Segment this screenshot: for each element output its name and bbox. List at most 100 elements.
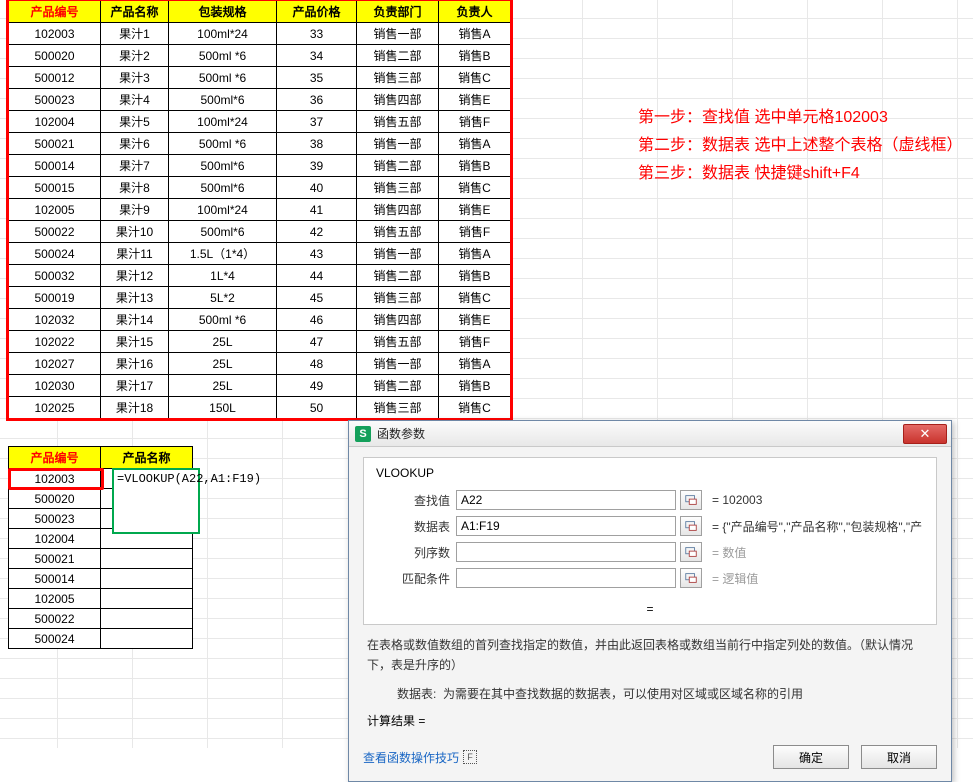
- cell[interactable]: 102004: [9, 529, 101, 549]
- cell[interactable]: [101, 629, 193, 649]
- table-row[interactable]: 102030果汁1725L49销售二部销售B: [9, 375, 511, 397]
- ok-button[interactable]: 确定: [773, 745, 849, 769]
- cell[interactable]: 500014: [9, 155, 101, 177]
- table-row[interactable]: 500014果汁7500ml*639销售二部销售B: [9, 155, 511, 177]
- cell[interactable]: 销售C: [439, 177, 511, 199]
- table-row[interactable]: 500021: [9, 549, 193, 569]
- cell[interactable]: 销售F: [439, 331, 511, 353]
- cell[interactable]: 销售四部: [357, 199, 439, 221]
- table-row[interactable]: 102032果汁14500ml *646销售四部销售E: [9, 309, 511, 331]
- cell[interactable]: [101, 589, 193, 609]
- cell[interactable]: 果汁14: [101, 309, 169, 331]
- cell[interactable]: 25L: [169, 353, 277, 375]
- column-header[interactable]: 产品名称: [101, 1, 169, 23]
- cell[interactable]: 500022: [9, 221, 101, 243]
- cell[interactable]: 500023: [9, 509, 101, 529]
- cell[interactable]: 102030: [9, 375, 101, 397]
- cell[interactable]: 果汁1: [101, 23, 169, 45]
- cell[interactable]: 销售C: [439, 287, 511, 309]
- table-row[interactable]: 500012果汁3500ml *635销售三部销售C: [9, 67, 511, 89]
- range-picker-icon[interactable]: [680, 490, 702, 510]
- cell[interactable]: [101, 549, 193, 569]
- cell[interactable]: 34: [277, 45, 357, 67]
- cell[interactable]: 45: [277, 287, 357, 309]
- column-header[interactable]: 产品名称: [101, 447, 193, 469]
- cell[interactable]: 果汁4: [101, 89, 169, 111]
- cell[interactable]: 35: [277, 67, 357, 89]
- cell[interactable]: 销售A: [439, 243, 511, 265]
- table-row[interactable]: 500022果汁10500ml*642销售五部销售F: [9, 221, 511, 243]
- cell[interactable]: 销售一部: [357, 23, 439, 45]
- cell[interactable]: 500ml *6: [169, 133, 277, 155]
- table-row[interactable]: 102005: [9, 589, 193, 609]
- cell[interactable]: 销售B: [439, 375, 511, 397]
- cell[interactable]: 销售F: [439, 111, 511, 133]
- cell[interactable]: 销售F: [439, 221, 511, 243]
- cell[interactable]: 43: [277, 243, 357, 265]
- cell[interactable]: 销售二部: [357, 45, 439, 67]
- cell[interactable]: 500024: [9, 629, 101, 649]
- cell[interactable]: 36: [277, 89, 357, 111]
- cell[interactable]: 5L*2: [169, 287, 277, 309]
- cell[interactable]: 500ml*6: [169, 221, 277, 243]
- close-icon[interactable]: ✕: [903, 424, 947, 444]
- table-row[interactable]: 500021果汁6500ml *638销售一部销售A: [9, 133, 511, 155]
- cell[interactable]: [101, 569, 193, 589]
- cell[interactable]: 102003: [9, 469, 101, 489]
- cell[interactable]: 销售E: [439, 309, 511, 331]
- cell[interactable]: 销售三部: [357, 397, 439, 419]
- table-row[interactable]: 102022果汁1525L47销售五部销售F: [9, 331, 511, 353]
- cell[interactable]: 销售C: [439, 67, 511, 89]
- cell[interactable]: 销售三部: [357, 67, 439, 89]
- range-picker-icon[interactable]: [680, 542, 702, 562]
- cell[interactable]: 500024: [9, 243, 101, 265]
- cell[interactable]: 销售B: [439, 45, 511, 67]
- cell[interactable]: 销售A: [439, 133, 511, 155]
- cell[interactable]: 102004: [9, 111, 101, 133]
- cell[interactable]: 1L*4: [169, 265, 277, 287]
- cell[interactable]: 销售A: [439, 23, 511, 45]
- cell[interactable]: 37: [277, 111, 357, 133]
- cell[interactable]: 41: [277, 199, 357, 221]
- table-row[interactable]: 102005果汁9100ml*2441销售四部销售E: [9, 199, 511, 221]
- column-header[interactable]: 包装规格: [169, 1, 277, 23]
- cell[interactable]: 49: [277, 375, 357, 397]
- range-picker-icon[interactable]: [680, 568, 702, 588]
- cell[interactable]: 102005: [9, 589, 101, 609]
- formula-editing-cell[interactable]: =VLOOKUP(A22,A1:F19): [112, 468, 200, 534]
- cell[interactable]: 46: [277, 309, 357, 331]
- cell[interactable]: 果汁6: [101, 133, 169, 155]
- cell[interactable]: 果汁16: [101, 353, 169, 375]
- cell[interactable]: 500ml *6: [169, 45, 277, 67]
- dialog-titlebar[interactable]: S 函数参数 ✕: [349, 421, 951, 447]
- cell[interactable]: 销售二部: [357, 375, 439, 397]
- table-row[interactable]: 500014: [9, 569, 193, 589]
- cell[interactable]: 102032: [9, 309, 101, 331]
- cell[interactable]: 销售三部: [357, 177, 439, 199]
- cell[interactable]: 102022: [9, 331, 101, 353]
- cell[interactable]: 销售E: [439, 89, 511, 111]
- cell[interactable]: 102027: [9, 353, 101, 375]
- cell[interactable]: 500023: [9, 89, 101, 111]
- cell[interactable]: 500ml*6: [169, 177, 277, 199]
- table-row[interactable]: 500023果汁4500ml*636销售四部销售E: [9, 89, 511, 111]
- column-header[interactable]: 产品价格: [277, 1, 357, 23]
- cell[interactable]: [101, 609, 193, 629]
- cell[interactable]: 销售三部: [357, 287, 439, 309]
- cancel-button[interactable]: 取消: [861, 745, 937, 769]
- cell[interactable]: 果汁17: [101, 375, 169, 397]
- cell[interactable]: 40: [277, 177, 357, 199]
- table-row[interactable]: 500020果汁2500ml *634销售二部销售B: [9, 45, 511, 67]
- cell[interactable]: 25L: [169, 375, 277, 397]
- cell[interactable]: 销售B: [439, 265, 511, 287]
- cell[interactable]: 500014: [9, 569, 101, 589]
- arg-input[interactable]: [456, 568, 676, 588]
- cell[interactable]: 500021: [9, 549, 101, 569]
- cell[interactable]: 果汁2: [101, 45, 169, 67]
- table-row[interactable]: 500024: [9, 629, 193, 649]
- cell[interactable]: 果汁10: [101, 221, 169, 243]
- cell[interactable]: 果汁13: [101, 287, 169, 309]
- cell[interactable]: 33: [277, 23, 357, 45]
- cell[interactable]: 48: [277, 353, 357, 375]
- cell[interactable]: 25L: [169, 331, 277, 353]
